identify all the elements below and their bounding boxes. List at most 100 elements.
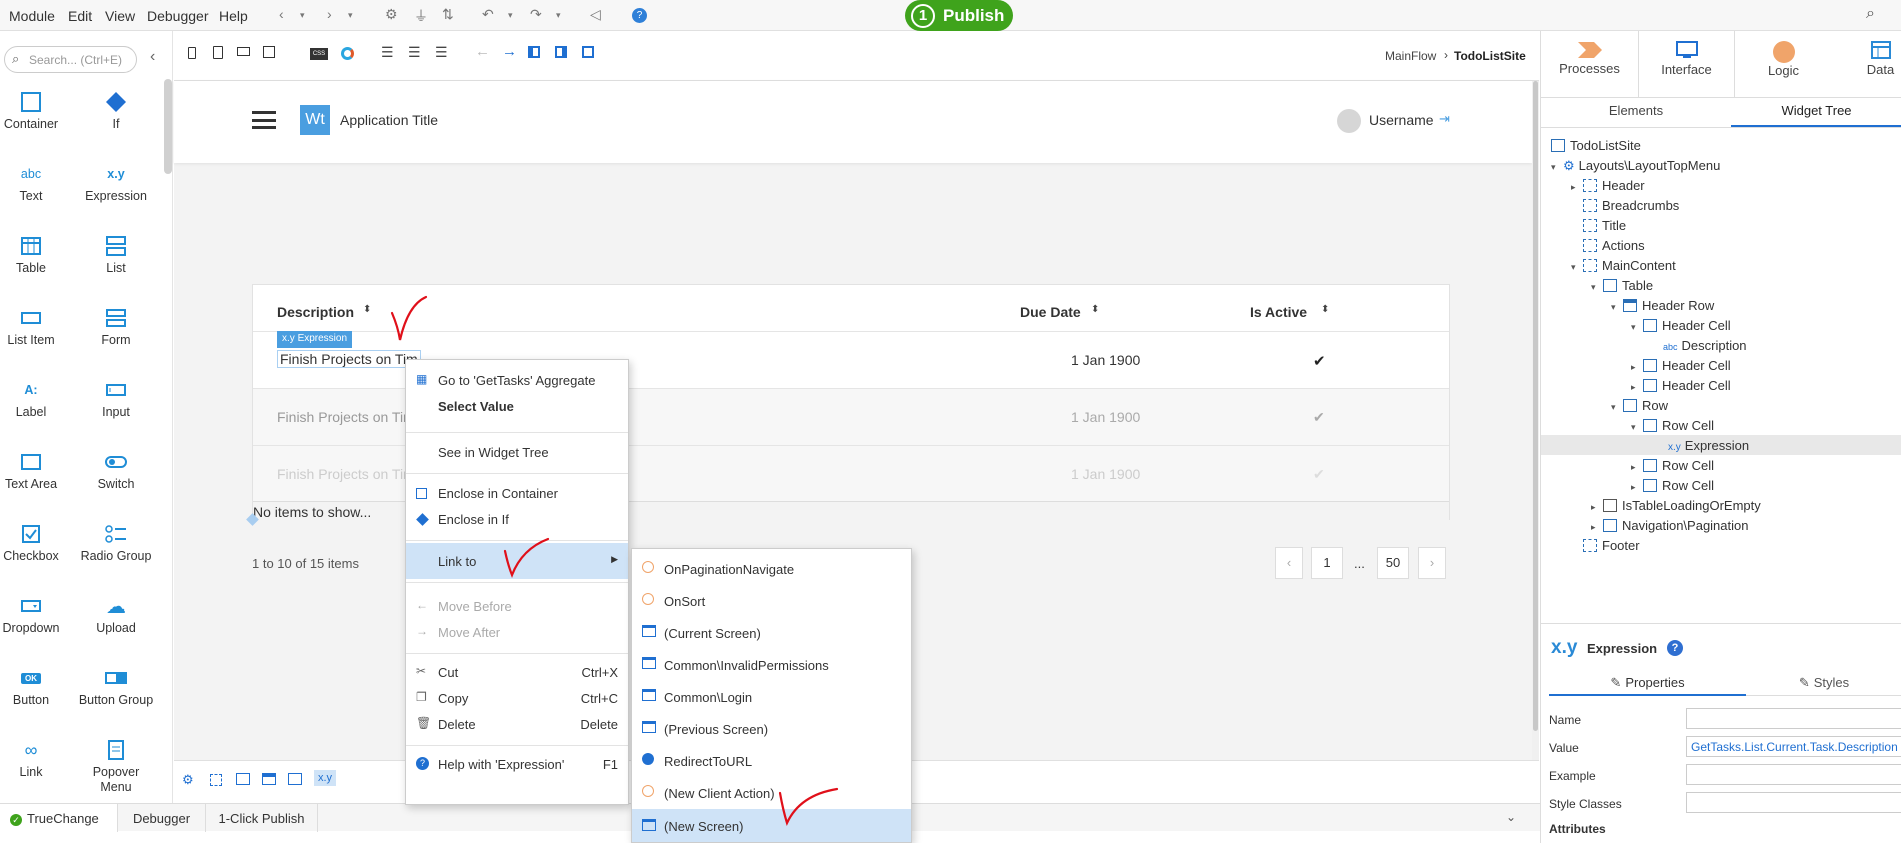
tool-label-widget[interactable]: A: Label	[0, 375, 71, 420]
sort-icon[interactable]: ⬍	[363, 304, 371, 315]
tree-node-selected[interactable]: x.y Expression	[1668, 438, 1749, 453]
sort-icon[interactable]: ⬍	[1091, 304, 1099, 315]
menu-see-in-widget-tree[interactable]: See in Widget Tree	[406, 439, 628, 465]
chevron-down-icon[interactable]: ▾	[300, 10, 305, 21]
tool-input[interactable]: Input	[76, 375, 156, 420]
chevron-down-icon[interactable]: ▾	[348, 10, 353, 21]
expression-widget-icon[interactable]: x.y	[314, 770, 337, 786]
chevron-down-icon[interactable]: ▾	[508, 10, 513, 21]
layout-widget-icon[interactable]: ⚙	[182, 772, 194, 788]
submenu-new-client-action[interactable]: (New Client Action)	[632, 777, 911, 807]
tool-list[interactable]: List	[76, 231, 156, 276]
tool-radio-group[interactable]: Radio Group	[76, 519, 156, 564]
collapse-panel-icon[interactable]: ⌄	[1506, 810, 1516, 824]
submenu-previous-screen[interactable]: (Previous Screen)	[632, 713, 911, 743]
submenu-onpaginationnavigate[interactable]: OnPaginationNavigate	[632, 553, 911, 583]
phone-icon[interactable]	[188, 47, 196, 59]
tab-logic[interactable]: Logic	[1735, 31, 1832, 97]
menu-enclose-container[interactable]: Enclose in Container	[406, 480, 628, 506]
menu-edit[interactable]: Edit	[68, 8, 92, 24]
header-due-date[interactable]: Due Date	[1020, 304, 1081, 320]
tree-node[interactable]: ▾ Row	[1611, 398, 1668, 413]
arrow-left-icon[interactable]: ←	[475, 43, 490, 60]
tool-button-group[interactable]: Button Group	[76, 663, 156, 708]
settings-icon[interactable]: ⚙	[385, 6, 398, 23]
plug-icon[interactable]: ⏚	[414, 6, 428, 26]
tree-node[interactable]: Footer	[1583, 538, 1640, 553]
chevron-down-icon[interactable]: ▾	[556, 10, 561, 21]
help-icon[interactable]: ?	[632, 8, 647, 23]
menu-help[interactable]: Help	[219, 8, 248, 24]
name-input[interactable]	[1686, 708, 1901, 729]
tab-interface[interactable]: Interface	[1638, 31, 1735, 97]
page-1-button[interactable]: 1	[1311, 547, 1343, 579]
redo-icon[interactable]: ↷	[530, 6, 542, 23]
tree-node[interactable]: abc Description	[1663, 338, 1747, 353]
style-classes-input[interactable]	[1686, 792, 1901, 813]
desktop-icon[interactable]	[237, 47, 250, 56]
submenu-onsort[interactable]: OnSort	[632, 585, 911, 615]
arrow-right-icon[interactable]: →	[502, 43, 517, 60]
tool-table[interactable]: Table	[0, 231, 71, 276]
tool-switch[interactable]: Switch	[76, 447, 156, 492]
prev-page-button[interactable]: ‹	[1275, 547, 1303, 579]
forward-icon[interactable]: ›	[327, 6, 332, 22]
align-center-icon[interactable]: ☰	[408, 44, 421, 61]
tree-node[interactable]: ▾ Header Cell	[1631, 318, 1731, 333]
tree-node[interactable]: Breadcrumbs	[1583, 198, 1679, 213]
tree-node[interactable]: ▸ Row Cell	[1631, 478, 1714, 493]
collapse-icon[interactable]: ‹	[150, 48, 155, 66]
menu-cut[interactable]: ✂ Cut Ctrl+X	[406, 659, 628, 685]
menu-module[interactable]: Module	[9, 8, 55, 24]
tree-node[interactable]: ▸ Navigation\Pagination	[1591, 518, 1748, 533]
align-left-icon[interactable]: ☰	[381, 44, 394, 61]
tab-1-click-publish[interactable]: 1-Click Publish	[206, 804, 318, 832]
tree-node[interactable]: TodoListSite	[1551, 138, 1641, 153]
expression-cell-selected[interactable]: Finish Projects on Tim	[277, 350, 421, 368]
tree-node[interactable]: ▸ Row Cell	[1631, 458, 1714, 473]
toolbox-scrollbar[interactable]	[164, 79, 172, 174]
menu-select-value[interactable]: Select Value	[406, 393, 628, 419]
tool-checkbox[interactable]: Checkbox	[0, 519, 71, 564]
example-input[interactable]	[1686, 764, 1901, 785]
tool-form[interactable]: Form	[76, 303, 156, 348]
tool-list-item[interactable]: List Item	[0, 303, 71, 348]
canvas-scrollbar[interactable]	[1532, 81, 1539, 771]
submenu-redirecttourl[interactable]: RedirectToURL	[632, 745, 911, 775]
menu-delete[interactable]: 🗑 Delete Delete	[406, 711, 628, 737]
menu-copy[interactable]: ❐ Copy Ctrl+C	[406, 685, 628, 711]
theme-icon[interactable]	[341, 47, 354, 60]
tool-button[interactable]: OK Button	[0, 663, 71, 708]
tree-node[interactable]: ▸ Header	[1571, 178, 1645, 193]
menu-enclose-if[interactable]: Enclose in If	[406, 506, 628, 532]
logout-icon[interactable]: ⇥	[1439, 111, 1450, 127]
username[interactable]: Username	[1369, 112, 1434, 128]
tool-text[interactable]: abc Text	[0, 159, 71, 204]
tree-node[interactable]: Actions	[1583, 238, 1645, 253]
tab-properties[interactable]: ✎ Properties	[1549, 671, 1746, 696]
menu-debugger[interactable]: Debugger	[147, 8, 209, 24]
page-last-button[interactable]: 50	[1377, 547, 1409, 579]
value-input[interactable]: GetTasks.List.Current.Task.Description	[1686, 736, 1901, 757]
breadcrumb-flow[interactable]: MainFlow	[1385, 49, 1436, 63]
tab-debugger[interactable]: Debugger	[118, 804, 206, 832]
back-icon[interactable]: ‹	[279, 6, 284, 22]
hamburger-icon[interactable]	[252, 111, 276, 129]
tool-upload[interactable]: ☁ Upload	[76, 591, 156, 636]
tree-node[interactable]: ▸ Header Cell	[1631, 378, 1731, 393]
tool-if[interactable]: If	[76, 87, 156, 132]
submenu-current-screen[interactable]: (Current Screen)	[632, 617, 911, 647]
attributes-section[interactable]: Attributes	[1549, 822, 1606, 836]
tablet-icon[interactable]	[213, 46, 223, 59]
subtab-widget-tree[interactable]: Widget Tree	[1731, 103, 1901, 118]
submenu-invalidpermissions[interactable]: Common\InvalidPermissions	[632, 649, 911, 679]
undo-icon[interactable]: ↶	[482, 6, 494, 23]
layout-right-icon[interactable]	[555, 46, 567, 58]
submenu-login[interactable]: Common\Login	[632, 681, 911, 711]
tree-node[interactable]: Title	[1583, 218, 1626, 233]
multi-device-icon[interactable]	[263, 46, 275, 58]
tool-popover-menu[interactable]: Popover Menu	[76, 735, 156, 795]
tree-node[interactable]: ▾ MainContent	[1571, 258, 1676, 273]
align-right-icon[interactable]: ☰	[435, 44, 448, 61]
next-page-button[interactable]: ›	[1418, 547, 1446, 579]
